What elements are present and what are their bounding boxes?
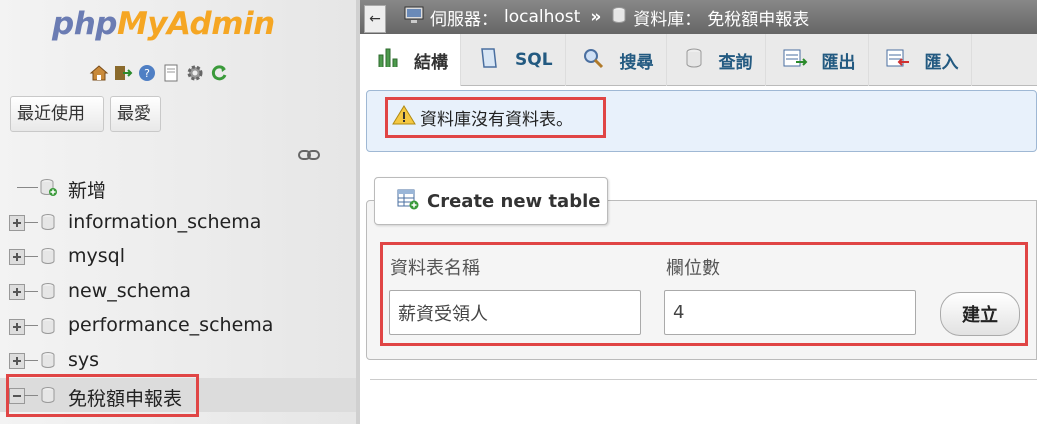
query-icon (683, 47, 705, 74)
tree-connector (24, 221, 38, 223)
expand-plus-icon[interactable] (9, 214, 25, 231)
tree-item-performance-schema[interactable]: performance_schema (0, 308, 356, 343)
tree-connector (17, 187, 38, 188)
create-table-legend-text: Create new table (427, 190, 601, 212)
table-name-input[interactable] (389, 290, 641, 335)
create-table-legend: Create new table (374, 177, 608, 225)
database-icon (38, 281, 58, 301)
expand-plus-icon[interactable] (9, 248, 25, 266)
docs-icon[interactable] (160, 62, 182, 84)
notice-highlight: 資料庫沒有資料表。 (385, 97, 606, 138)
logout-icon[interactable] (112, 62, 134, 84)
tab-export-label: 匯出 (821, 52, 856, 73)
quick-icon-bar: ? (88, 62, 230, 84)
columns-count-label: 欄位數 (666, 258, 720, 279)
expand-plus-icon[interactable] (9, 283, 25, 301)
breadcrumb-server-value[interactable]: localhost (504, 7, 580, 27)
link-chain-icon[interactable] (298, 147, 320, 166)
svg-text:?: ? (144, 67, 150, 80)
tree-item-label[interactable]: performance_schema (68, 314, 273, 336)
settings-icon[interactable] (184, 62, 206, 84)
recent-button[interactable]: 最近使用 (10, 96, 104, 132)
tab-query[interactable]: 查詢 (667, 34, 766, 86)
notice-text: 資料庫沒有資料表。 (420, 110, 573, 130)
tree-item-sys[interactable]: sys (0, 343, 356, 378)
export-icon (782, 47, 808, 74)
database-icon (38, 316, 58, 336)
tree-connector (24, 359, 38, 361)
collapse-navigation-button[interactable]: ← (364, 5, 386, 33)
logo-text-php: php (52, 6, 117, 42)
divider-line (370, 379, 1037, 380)
expand-plus-icon[interactable] (9, 352, 25, 370)
tab-search[interactable]: 搜尋 (566, 34, 667, 86)
navigation-panel: phpMyAdmin ? 最近使用 最愛 新增 information_sche… (0, 0, 356, 424)
tab-import[interactable]: 匯入 (869, 34, 972, 86)
tab-structure[interactable]: 結構 (360, 34, 461, 86)
new-database-icon (38, 177, 58, 197)
columns-count-input[interactable] (664, 290, 916, 335)
database-icon (611, 6, 627, 29)
warning-icon (392, 104, 416, 131)
logo-text-myadmin: MyAdmin (116, 6, 275, 42)
server-icon (404, 6, 424, 29)
import-icon (885, 47, 911, 74)
tab-import-label: 匯入 (924, 52, 959, 73)
create-table-submit-button[interactable]: 建立 (940, 292, 1020, 336)
breadcrumb: ← 伺服器： localhost » 資料庫： 免稅額申報表 (360, 0, 1037, 34)
tree-item-label[interactable]: sys (68, 349, 99, 371)
tree-item-new[interactable]: 新增 (0, 170, 356, 205)
sql-icon (477, 46, 501, 75)
table-name-label: 資料表名稱 (390, 258, 480, 279)
tab-bar: 結構 SQL 搜尋 查詢 匯出 匯入 (360, 34, 1037, 86)
database-icon (38, 246, 58, 266)
help-icon[interactable]: ? (136, 62, 158, 84)
breadcrumb-database-value[interactable]: 免稅額申報表 (707, 5, 809, 30)
tree-item-label[interactable]: 新增 (68, 176, 106, 203)
phpmyadmin-logo[interactable]: phpMyAdmin (52, 6, 275, 42)
home-icon[interactable] (88, 62, 110, 84)
tree-item-new-schema[interactable]: new_schema (0, 274, 356, 309)
tree-item-label[interactable]: information_schema (68, 211, 261, 233)
tree-item-label[interactable]: mysql (68, 245, 125, 267)
database-icon (38, 350, 58, 370)
breadcrumb-database-label: 資料庫： (633, 9, 702, 30)
tree-connector (24, 290, 38, 292)
expand-plus-icon[interactable] (9, 318, 25, 335)
new-table-icon (397, 188, 419, 215)
tab-sql[interactable]: SQL (461, 34, 566, 86)
tab-export[interactable]: 匯出 (766, 34, 869, 86)
tree-connector (24, 256, 38, 258)
tab-sql-label: SQL (515, 50, 553, 70)
main-panel: ← 伺服器： localhost » 資料庫： 免稅額申報表 結構 SQL 搜尋… (360, 0, 1037, 424)
notice-box: 資料庫沒有資料表。 (366, 90, 1037, 152)
tab-search-label: 搜尋 (619, 52, 654, 73)
tree-item-label[interactable]: new_schema (68, 280, 191, 302)
favorites-button[interactable]: 最愛 (110, 96, 161, 132)
database-icon (38, 212, 58, 232)
tab-query-label: 查詢 (718, 52, 753, 73)
breadcrumb-separator: » (590, 7, 602, 27)
search-icon (582, 47, 606, 74)
tree-item-information-schema[interactable]: information_schema (0, 205, 356, 240)
breadcrumb-server-label: 伺服器： (430, 9, 498, 30)
tab-structure-label: 結構 (414, 52, 448, 73)
tree-item-mysql[interactable]: mysql (0, 239, 356, 274)
breadcrumb-server[interactable]: 伺服器： localhost (404, 5, 580, 30)
reload-icon[interactable] (208, 62, 230, 84)
breadcrumb-database[interactable]: 資料庫： 免稅額申報表 (611, 5, 809, 30)
tree-connector (24, 325, 38, 327)
highlight-box-selected-db (6, 374, 199, 417)
structure-icon (376, 47, 400, 74)
